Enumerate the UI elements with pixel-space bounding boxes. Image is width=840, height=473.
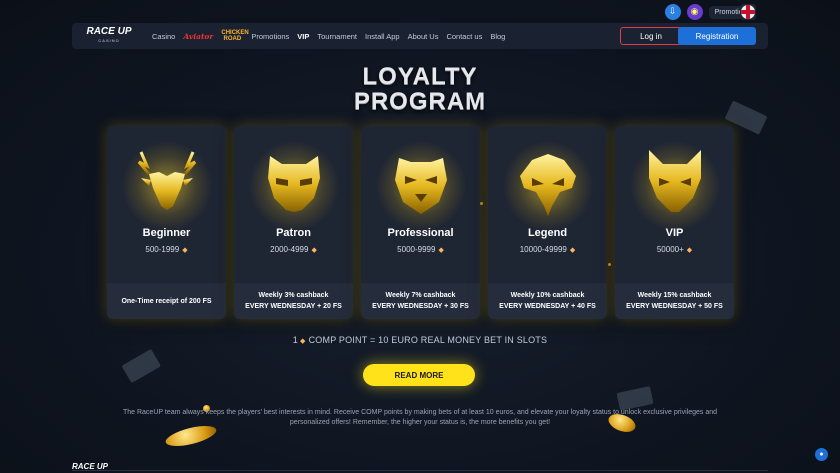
comp-point-note: 1 ◆ COMP POINT = 10 EURO REAL MONEY BET IN… — [0, 335, 840, 345]
gem-icon: ◆ — [569, 247, 576, 254]
nav-menu: Casino Aviator CHICKEN ROAD Promotions V… — [152, 30, 505, 42]
level-name: Beginner — [142, 227, 191, 239]
level-reward: Weekly 15% cashback EVERY WEDNESDAY + 50 … — [615, 283, 734, 319]
chat-icon[interactable]: ● — [815, 448, 828, 461]
level-name: Legend — [527, 227, 568, 239]
money-stack-decoration — [122, 349, 161, 383]
gift-icon[interactable]: ◉ — [686, 4, 703, 20]
nav-item-promotions[interactable]: Promotions — [251, 32, 289, 41]
level-range: 50000+ ◆ — [615, 245, 734, 254]
footer-divider — [72, 470, 768, 471]
page-title-line1: LOYALTY — [362, 63, 478, 90]
reward-line1: Weekly 3% cashback — [258, 292, 329, 299]
level-range-value: 5000-9999 — [397, 245, 436, 254]
level-range: 2000-4999 ◆ — [234, 245, 353, 254]
gem-icon: ◆ — [300, 338, 306, 345]
reward-line1: Weekly 7% cashback — [385, 292, 456, 299]
level-range: 10000-49999 ◆ — [488, 245, 607, 254]
loyalty-description: The RaceUP team always keeps the players… — [122, 409, 718, 426]
main-navbar: RACE UP CASINO Casino Aviator CHICKEN RO… — [72, 23, 768, 49]
level-reward: Weekly 7% cashback EVERY WEDNESDAY + 30 F… — [361, 283, 480, 319]
level-card-vip[interactable]: VIP 50000+ ◆ Weekly 15% cashback EVERY WED… — [615, 126, 734, 319]
logo-subtext: CASINO — [98, 38, 120, 43]
level-range-value: 10000-49999 — [519, 245, 567, 254]
reward-line1: Weekly 15% cashback — [637, 292, 712, 299]
site-logo[interactable]: RACE UP CASINO — [82, 27, 136, 45]
raccoon-mask-icon — [267, 156, 320, 212]
login-button[interactable]: Log in — [620, 27, 682, 45]
level-range-value: 50000+ — [656, 245, 684, 254]
comp-text: COMP POINT = 10 EURO REAL MONEY BET IN S… — [308, 335, 548, 345]
level-reward: One-Time receipt of 200 FS — [107, 283, 226, 319]
reward-line2: EVERY WEDNESDAY + 20 FS — [245, 303, 342, 310]
level-range-value: 500-1999 — [145, 245, 180, 254]
reward-line2: EVERY WEDNESDAY + 40 FS — [499, 303, 596, 310]
download-icon[interactable]: ⇩ — [664, 4, 681, 20]
page-title: LOYALTY PROGRAM — [0, 64, 840, 114]
nav-item-chicken-road[interactable]: CHICKEN ROAD — [221, 30, 248, 42]
registration-button[interactable]: Registration — [678, 27, 756, 45]
reward-line1: Weekly 10% cashback — [510, 292, 585, 299]
eagle-mask-icon — [519, 154, 576, 216]
read-more-button[interactable]: READ MORE — [363, 364, 475, 386]
deer-mask-icon — [137, 151, 196, 210]
nav-item-vip[interactable]: VIP — [297, 32, 309, 41]
level-card-beginner[interactable]: Beginner 500-1999 ◆ One-Time receipt of 2… — [107, 126, 226, 319]
level-range-value: 2000-4999 — [270, 245, 309, 254]
reward-line1: One-Time receipt of 200 FS — [121, 297, 212, 305]
gem-icon: ◆ — [311, 247, 317, 254]
wolf-mask-icon — [648, 150, 701, 212]
nav-item-about-us[interactable]: About Us — [408, 32, 439, 41]
level-name: Professional — [387, 227, 454, 239]
reward-line2: EVERY WEDNESDAY + 50 FS — [626, 303, 723, 310]
loyalty-levels: Beginner 500-1999 ◆ One-Time receipt of 2… — [107, 126, 734, 319]
nav-item-tournament[interactable]: Tournament — [317, 32, 357, 41]
nav-item-install-app[interactable]: Install App — [365, 32, 400, 41]
level-range: 500-1999 ◆ — [107, 245, 226, 254]
nav-item-casino[interactable]: Casino — [152, 32, 175, 41]
level-card-legend[interactable]: Legend 10000-49999 ◆ Weekly 10% cashback E… — [488, 126, 607, 319]
level-reward: Weekly 3% cashback EVERY WEDNESDAY + 20 F… — [234, 283, 353, 319]
tiger-mask-icon — [394, 158, 447, 214]
nav-item-aviator[interactable]: Aviator — [183, 32, 213, 41]
gem-icon: ◆ — [182, 247, 188, 254]
level-card-patron[interactable]: Patron 2000-4999 ◆ Weekly 3% cashback EVER… — [234, 126, 353, 319]
reward-line2: EVERY WEDNESDAY + 30 FS — [372, 303, 469, 310]
comp-prefix: 1 — [292, 335, 298, 345]
gem-icon: ◆ — [686, 247, 693, 254]
page-title-line2: PROGRAM — [353, 88, 487, 115]
nav-item-blog[interactable]: Blog — [490, 32, 505, 41]
uk-flag-icon — [741, 5, 755, 19]
level-card-professional[interactable]: Professional 5000-9999 ◆ Weekly 7% cashba… — [361, 126, 480, 319]
level-name: Patron — [276, 227, 311, 239]
gem-icon: ◆ — [438, 247, 444, 254]
level-reward: Weekly 10% cashback EVERY WEDNESDAY + 40 … — [488, 283, 607, 319]
level-name: VIP — [665, 227, 684, 239]
nav-item-contact-us[interactable]: Contact us — [446, 32, 482, 41]
language-selector[interactable] — [740, 4, 756, 20]
level-range: 5000-9999 ◆ — [361, 245, 480, 254]
